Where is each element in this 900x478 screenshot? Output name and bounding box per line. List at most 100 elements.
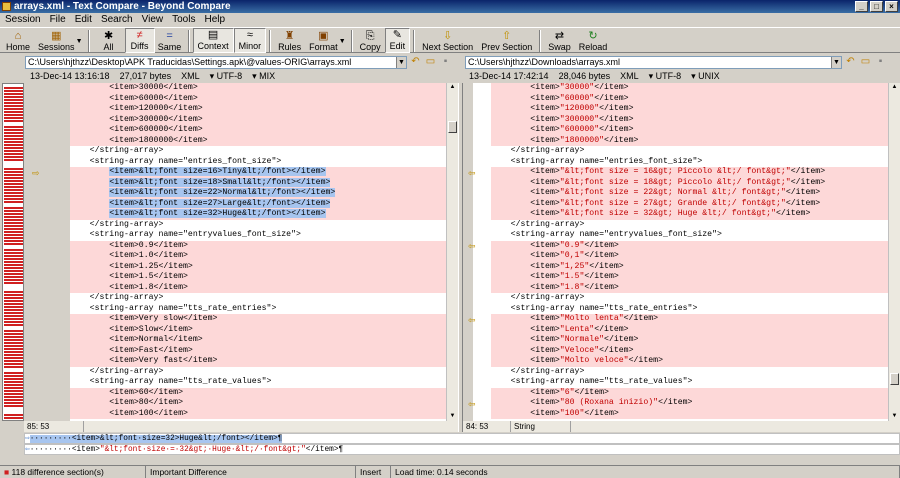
arrow-left-icon[interactable]: ⇦ bbox=[468, 169, 476, 178]
code-line[interactable]: <string-array name="tts_rate_entries"> bbox=[491, 303, 888, 314]
code-line[interactable]: <string-array name="entries_font_size"> bbox=[491, 156, 888, 167]
code-line[interactable]: <string-array name="tts_rate_values"> bbox=[491, 377, 888, 388]
code-line[interactable]: <item>1.25</item> bbox=[70, 261, 446, 272]
code-line[interactable]: <item>&lt;font size=16>Tiny&lt;/font></i… bbox=[70, 167, 446, 178]
code-line[interactable]: <item>&lt;font size=18>Small&lt;/font></… bbox=[70, 177, 446, 188]
reload-button[interactable]: ↻ Reload bbox=[575, 28, 612, 53]
arrow-left-icon[interactable]: ⇦ bbox=[468, 316, 476, 325]
code-line[interactable]: <item>"100"</item> bbox=[491, 408, 888, 419]
code-line[interactable]: <item>30000</item> bbox=[70, 83, 446, 94]
code-line[interactable]: <item>"6"</item> bbox=[491, 387, 888, 398]
menu-session[interactable]: Session bbox=[5, 13, 41, 27]
save-icon[interactable]: ▪ bbox=[439, 56, 452, 68]
code-line[interactable]: <string-array name="entryvalues_font_siz… bbox=[491, 230, 888, 241]
code-line[interactable]: <string-array name="entryvalues_font_siz… bbox=[70, 230, 446, 241]
code-line[interactable]: </string-array> bbox=[491, 219, 888, 230]
code-line[interactable]: <item>"1.5"</item> bbox=[491, 272, 888, 283]
code-line[interactable]: </string-array> bbox=[70, 366, 446, 377]
code-line[interactable]: <item>"1800000"</item> bbox=[491, 135, 888, 146]
code-line[interactable]: <item>100</item> bbox=[70, 408, 446, 419]
arrow-right-icon[interactable]: ⇨ bbox=[32, 169, 40, 178]
chevron-down-icon[interactable]: ▼ bbox=[831, 56, 841, 68]
code-line[interactable]: </string-array> bbox=[70, 293, 446, 304]
code-line[interactable]: <item>&lt;font size=22>Normal&lt;/font><… bbox=[70, 188, 446, 199]
chevron-down-icon[interactable]: ▼ bbox=[339, 38, 346, 45]
code-line[interactable]: <item>1800000</item> bbox=[70, 135, 446, 146]
left-format[interactable]: XML bbox=[181, 70, 200, 82]
right-text[interactable]: <item>"30000"</item> <item>"60000"</item… bbox=[491, 83, 888, 419]
left-path-input[interactable]: C:\Users\hjthzz\Desktop\APK Traducidas\S… bbox=[25, 55, 407, 69]
sessions-button[interactable]: ▦ Sessions ▼ bbox=[34, 28, 83, 53]
left-encoding[interactable]: ▾ UTF-8 bbox=[210, 70, 243, 82]
minor-button[interactable]: ≈ Minor bbox=[233, 28, 267, 53]
menu-file[interactable]: File bbox=[50, 13, 66, 27]
context-button[interactable]: ▤ Context bbox=[192, 28, 234, 53]
code-line[interactable]: </string-array> bbox=[70, 146, 446, 157]
menu-tools[interactable]: Tools bbox=[172, 13, 195, 27]
code-line[interactable]: <item>&lt;font size=27>Large&lt;/font></… bbox=[70, 198, 446, 209]
code-line[interactable]: <item>"Normale"</item> bbox=[491, 335, 888, 346]
code-line[interactable]: <item>"120000"</item> bbox=[491, 104, 888, 115]
chevron-down-icon[interactable]: ▼ bbox=[396, 56, 406, 68]
browse-back-icon[interactable]: ↶ bbox=[409, 56, 422, 68]
show-all-button[interactable]: ✱ All bbox=[93, 28, 125, 53]
right-path-input[interactable]: C:\Users\hjthzz\Downloads\arrays.xml ▼ bbox=[465, 55, 842, 69]
code-line[interactable]: </string-array> bbox=[491, 293, 888, 304]
code-line[interactable]: </string-array> bbox=[491, 366, 888, 377]
code-line[interactable]: <item>"Lenta"</item> bbox=[491, 324, 888, 335]
code-line[interactable]: <item>80</item> bbox=[70, 398, 446, 409]
right-format[interactable]: XML bbox=[620, 70, 639, 82]
format-button[interactable]: ▣ Format ▼ bbox=[305, 28, 346, 53]
code-line[interactable]: <item>Slow</item> bbox=[70, 324, 446, 335]
close-button[interactable]: × bbox=[885, 1, 898, 12]
code-line[interactable]: <item>"Veloce"</item> bbox=[491, 345, 888, 356]
code-line[interactable]: <item>"&lt;font size = 16&gt; Piccolo &l… bbox=[491, 167, 888, 178]
code-line[interactable]: <item>"&lt;font size = 27&gt; Grande &lt… bbox=[491, 198, 888, 209]
code-line[interactable]: <item>"60000"</item> bbox=[491, 93, 888, 104]
code-line[interactable]: <item>"300000"</item> bbox=[491, 114, 888, 125]
code-line[interactable]: <item>"600000"</item> bbox=[491, 125, 888, 136]
left-line-endings[interactable]: ▾ MIX bbox=[252, 70, 275, 82]
code-line[interactable]: <item>1.8</item> bbox=[70, 282, 446, 293]
code-line[interactable]: <item>1.0</item> bbox=[70, 251, 446, 262]
code-line[interactable]: <item>"&lt;font size = 22&gt; Normal &lt… bbox=[491, 188, 888, 199]
compare-line-left[interactable]: ⇨·········<item>&lt;font·size=32>Huge&lt… bbox=[24, 433, 900, 444]
folder-icon[interactable]: ▭ bbox=[859, 56, 872, 68]
swap-button[interactable]: ⇄ Swap bbox=[544, 28, 575, 53]
code-line[interactable]: </string-array> bbox=[70, 219, 446, 230]
code-line[interactable]: <item>0.9</item> bbox=[70, 240, 446, 251]
menu-edit[interactable]: Edit bbox=[75, 13, 92, 27]
code-line[interactable]: <string-array name="entries_font_size"> bbox=[70, 156, 446, 167]
compare-line-right[interactable]: ⇦·········<item>"&lt;font·size·=·32&gt;·… bbox=[24, 444, 900, 455]
scroll-down-icon[interactable]: ▼ bbox=[447, 412, 458, 421]
minimize-button[interactable]: _ bbox=[855, 1, 868, 12]
difference-overview[interactable] bbox=[2, 83, 24, 421]
code-line[interactable]: <item>300000</item> bbox=[70, 114, 446, 125]
menu-search[interactable]: Search bbox=[101, 13, 133, 27]
right-line-endings[interactable]: ▾ UNIX bbox=[691, 70, 720, 82]
code-line[interactable]: <item>Fast</item> bbox=[70, 345, 446, 356]
save-icon[interactable]: ▪ bbox=[874, 56, 887, 68]
browse-back-icon[interactable]: ↶ bbox=[844, 56, 857, 68]
scroll-down-icon[interactable]: ▼ bbox=[889, 412, 900, 421]
rules-button[interactable]: ♜ Rules bbox=[274, 28, 305, 53]
next-section-button[interactable]: ⇩ Next Section bbox=[418, 28, 477, 53]
right-pane[interactable]: <item>"30000"</item> <item>"60000"</item… bbox=[463, 83, 900, 421]
copy-button[interactable]: ⎘ Copy bbox=[356, 28, 385, 53]
code-line[interactable]: <item>Very fast</item> bbox=[70, 356, 446, 367]
code-line[interactable]: <item>Very slow</item> bbox=[70, 314, 446, 325]
edit-button[interactable]: ✎ Edit bbox=[384, 28, 411, 53]
code-line[interactable]: <item>"&lt;font size = 18&gt; Piccolo &l… bbox=[491, 177, 888, 188]
code-line[interactable]: <item>1.5</item> bbox=[70, 272, 446, 283]
folder-icon[interactable]: ▭ bbox=[424, 56, 437, 68]
code-line[interactable]: </string-array> bbox=[491, 146, 888, 157]
chevron-down-icon[interactable]: ▼ bbox=[76, 38, 83, 45]
code-line[interactable]: <item>"0.9"</item> bbox=[491, 240, 888, 251]
menu-help[interactable]: Help bbox=[204, 13, 225, 27]
code-line[interactable]: <item>"1,25"</item> bbox=[491, 261, 888, 272]
code-line[interactable]: <item>120000</item> bbox=[70, 104, 446, 115]
right-encoding[interactable]: ▾ UTF-8 bbox=[649, 70, 682, 82]
code-line[interactable]: <item>&lt;font size=32>Huge&lt;/font></i… bbox=[70, 209, 446, 220]
code-line[interactable]: <item>"Molto veloce"</item> bbox=[491, 356, 888, 367]
code-line[interactable]: <item>"Molto lenta"</item> bbox=[491, 314, 888, 325]
